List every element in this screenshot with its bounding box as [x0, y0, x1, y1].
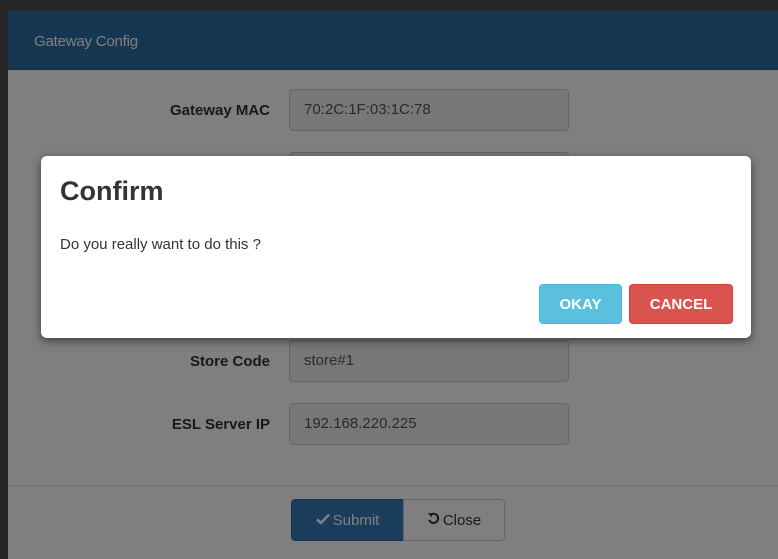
confirm-title: Confirm [60, 176, 164, 206]
confirm-message: Do you really want to do this ? [60, 236, 261, 253]
okay-button[interactable]: OKAY [539, 284, 622, 324]
confirm-dialog: Confirm Do you really want to do this ? … [41, 156, 751, 338]
cancel-button[interactable]: CANCEL [629, 284, 733, 324]
